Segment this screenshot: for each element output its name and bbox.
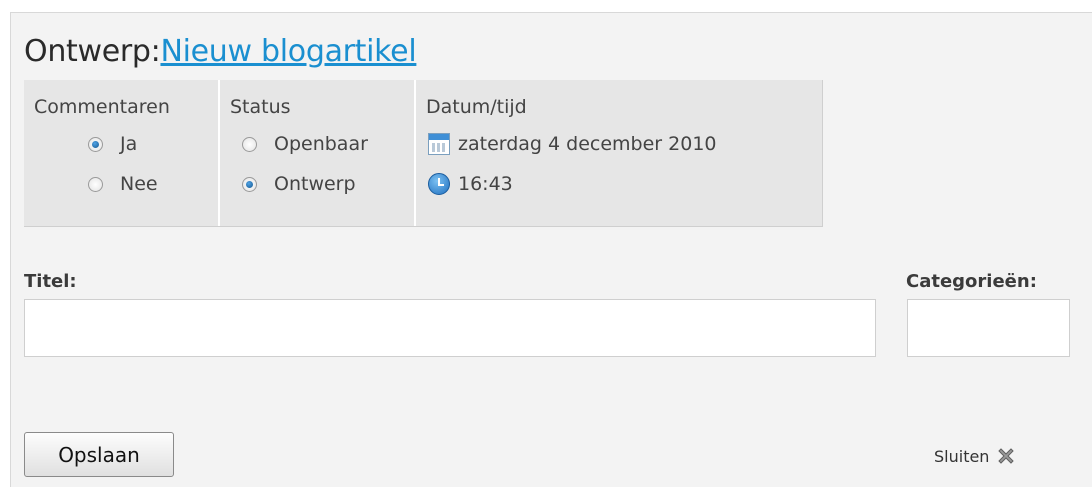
categories-input[interactable] <box>907 299 1070 357</box>
comments-yes-option[interactable]: Ja <box>34 124 208 164</box>
time-row: 16:43 <box>426 164 812 204</box>
status-public-label: Openbaar <box>274 133 368 155</box>
article-title-link[interactable]: Nieuw blogartikel <box>160 34 416 69</box>
time-value: 16:43 <box>458 173 513 195</box>
close-button[interactable]: Sluiten <box>934 442 1017 470</box>
title-input[interactable] <box>24 299 876 357</box>
comments-column: Commentaren Ja Nee <box>24 80 220 226</box>
status-public-radio[interactable] <box>242 136 257 152</box>
page-title: Ontwerp:Nieuw blogartikel <box>24 32 417 72</box>
status-column: Status Openbaar Ontwerp <box>220 80 416 226</box>
status-draft-radio[interactable] <box>242 176 257 192</box>
close-label: Sluiten <box>934 446 990 466</box>
datetime-column: Datum/tijd zaterdag 4 december 2010 16:4… <box>416 80 822 226</box>
comments-no-option[interactable]: Nee <box>34 164 208 204</box>
status-draft-option[interactable]: Ontwerp <box>230 164 404 204</box>
status-public-option[interactable]: Openbaar <box>230 124 404 164</box>
categories-label: Categorieën: <box>906 271 1037 292</box>
date-row: zaterdag 4 december 2010 <box>426 124 812 164</box>
comments-title: Commentaren <box>34 96 170 118</box>
close-icon[interactable] <box>995 445 1017 467</box>
save-button[interactable]: Opslaan <box>24 432 174 477</box>
datetime-title: Datum/tijd <box>426 96 527 118</box>
options-bar: Commentaren Ja Nee Status Openbaar Ontwe… <box>24 80 823 227</box>
status-title: Status <box>230 96 291 118</box>
calendar-icon[interactable] <box>428 133 450 155</box>
title-label: Titel: <box>24 271 77 292</box>
date-value: zaterdag 4 december 2010 <box>458 133 717 155</box>
comments-yes-label: Ja <box>120 133 138 155</box>
comments-yes-radio[interactable] <box>88 136 103 152</box>
comments-no-radio[interactable] <box>88 176 103 192</box>
status-draft-label: Ontwerp <box>274 173 356 195</box>
clock-icon[interactable] <box>428 173 450 195</box>
title-prefix: Ontwerp: <box>24 34 161 69</box>
comments-no-label: Nee <box>120 173 158 195</box>
